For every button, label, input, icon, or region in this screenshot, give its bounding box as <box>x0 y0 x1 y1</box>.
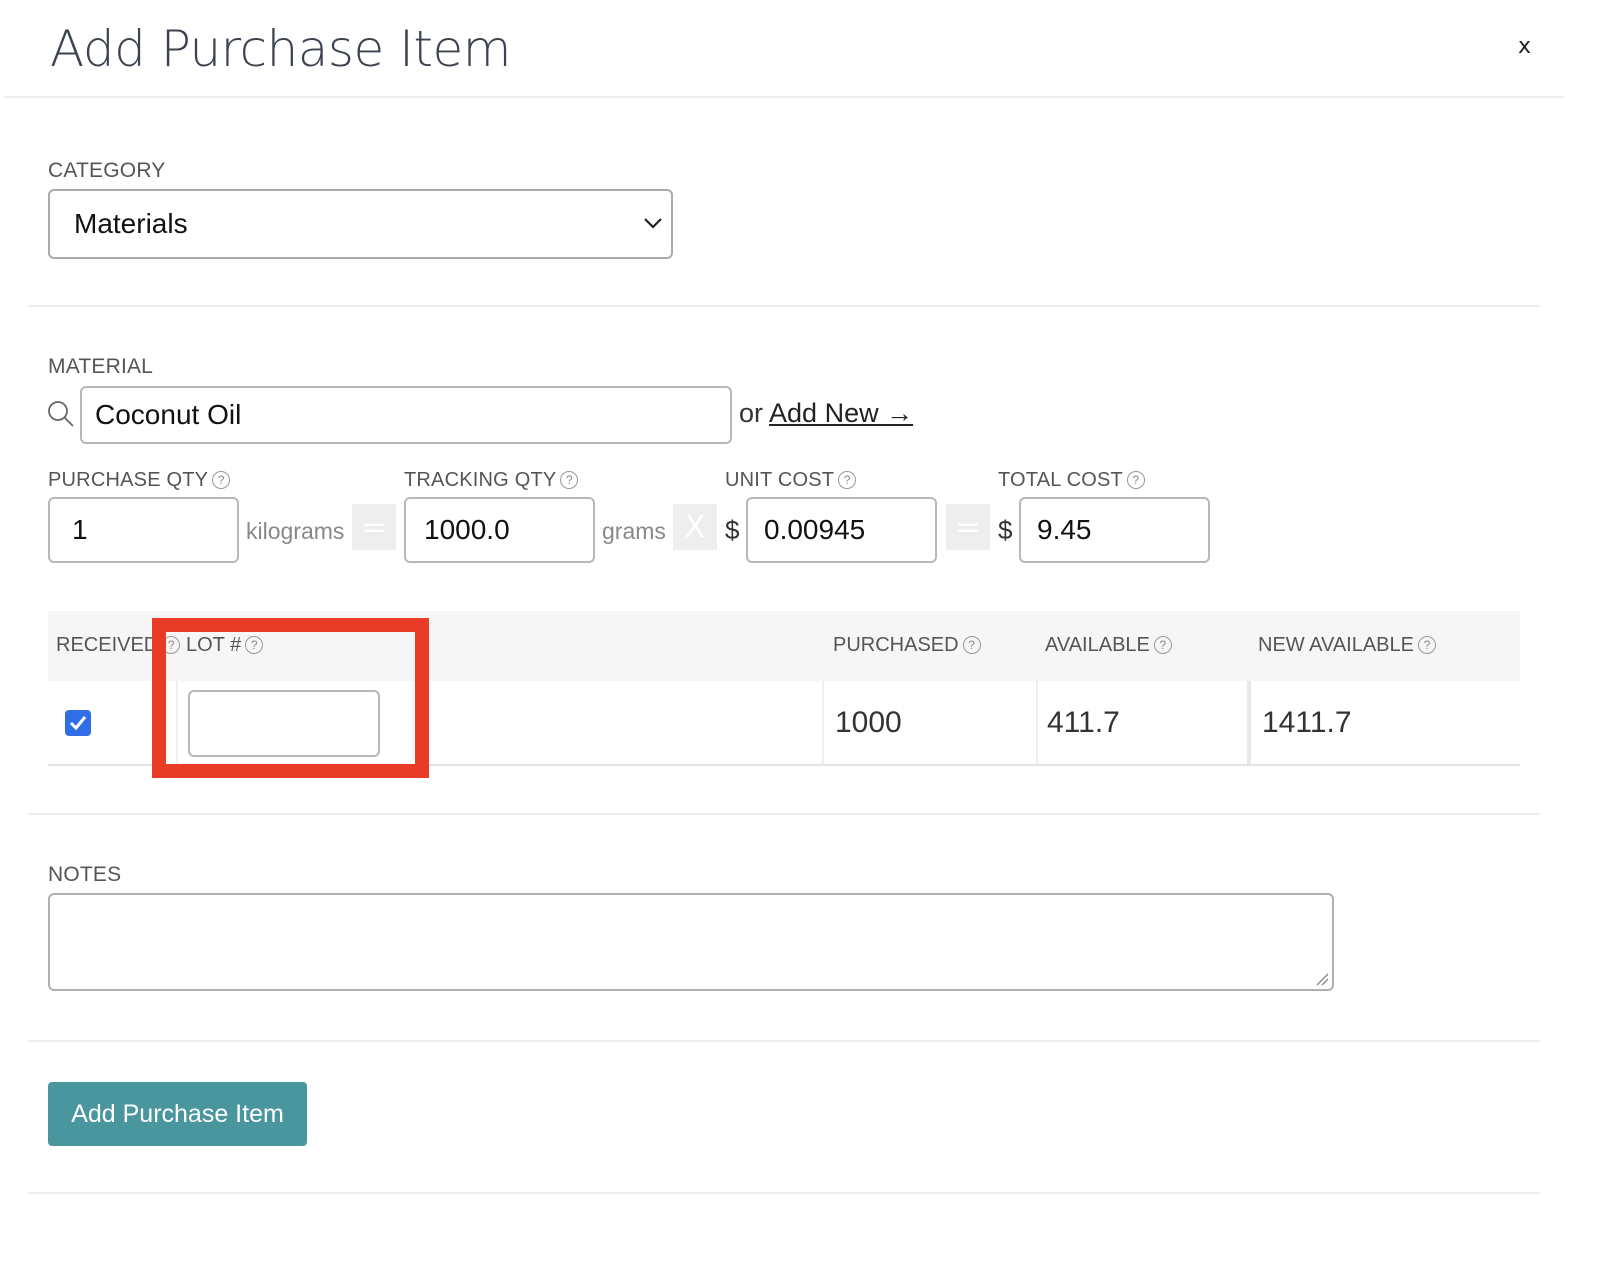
section-divider <box>28 305 1540 307</box>
header-divider <box>4 96 1564 98</box>
section-divider <box>28 813 1540 815</box>
column-divider <box>1036 681 1038 765</box>
purchase-qty-header: PURCHASE QTY? <box>48 469 231 492</box>
help-icon[interactable]: ? <box>962 636 981 654</box>
purchase-qty-value: 1 <box>72 514 88 545</box>
new-available-column-header: NEW AVAILABLE? <box>1258 634 1436 657</box>
resize-handle-icon[interactable] <box>1315 972 1329 986</box>
or-text: or <box>739 398 764 428</box>
help-icon[interactable]: ? <box>560 471 579 489</box>
unit-cost-input[interactable]: 0.00945 <box>746 497 937 563</box>
received-checkbox[interactable] <box>65 710 91 736</box>
new-available-value: 1411.7 <box>1262 706 1352 739</box>
purchased-column-header: PURCHASED? <box>833 634 981 657</box>
purchased-header-label: PURCHASED <box>833 634 959 656</box>
total-cost-header: TOTAL COST? <box>998 469 1145 492</box>
total-cost-input[interactable]: 9.45 <box>1019 497 1210 563</box>
column-divider <box>822 681 824 765</box>
checkmark-icon <box>69 716 87 731</box>
help-icon[interactable]: ? <box>838 471 857 489</box>
purchase-qty-label: PURCHASE QTY <box>48 469 209 491</box>
notes-label: NOTES <box>48 863 122 886</box>
lot-highlight-box <box>152 618 429 778</box>
category-select[interactable]: Materials <box>48 189 673 259</box>
equals-operator: = <box>946 504 990 550</box>
material-search-value: Coconut Oil <box>95 399 242 430</box>
available-value: 411.7 <box>1047 706 1120 739</box>
total-cost-currency: $ <box>998 515 1013 545</box>
category-selected-value: Materials <box>74 208 188 239</box>
column-divider <box>1247 681 1251 765</box>
tracking-qty-value: 1000.0 <box>424 514 510 545</box>
available-column-header: AVAILABLE? <box>1045 634 1172 657</box>
unit-cost-header: UNIT COST? <box>725 469 857 492</box>
section-divider <box>28 1040 1540 1042</box>
help-icon[interactable]: ? <box>1418 636 1436 654</box>
tracking-qty-label: TRACKING QTY <box>404 469 557 491</box>
purchase-qty-input[interactable]: 1 <box>48 497 239 563</box>
multiply-operator: X <box>673 504 717 550</box>
unit-cost-value: 0.00945 <box>764 514 866 545</box>
equals-operator: = <box>352 504 396 550</box>
help-icon[interactable]: ? <box>1126 471 1145 489</box>
available-header-label: AVAILABLE <box>1045 634 1150 656</box>
total-cost-value: 9.45 <box>1037 514 1092 545</box>
new-available-header-label: NEW AVAILABLE <box>1258 634 1414 656</box>
received-header-label: RECEIVED <box>56 634 159 656</box>
category-label: CATEGORY <box>48 159 166 182</box>
unit-cost-currency: $ <box>725 515 740 545</box>
tracking-qty-header: TRACKING QTY? <box>404 469 579 492</box>
purchase-unit: kilograms <box>246 518 345 544</box>
tracking-unit: grams <box>602 518 666 544</box>
search-icon <box>48 401 74 427</box>
chevron-down-icon <box>644 218 662 229</box>
purchased-value: 1000 <box>835 706 902 739</box>
material-label: MATERIAL <box>48 355 154 378</box>
add-purchase-item-button[interactable]: Add Purchase Item <box>48 1082 307 1146</box>
tracking-qty-input[interactable]: 1000.0 <box>404 497 595 563</box>
help-icon[interactable]: ? <box>212 471 231 489</box>
dialog-title: Add Purchase Item <box>50 20 511 78</box>
close-button[interactable]: x <box>1518 34 1531 59</box>
add-new-group: or Add New → <box>739 398 913 429</box>
unit-cost-label: UNIT COST <box>725 469 835 491</box>
footer-divider <box>28 1192 1540 1194</box>
add-new-material-link[interactable]: Add New → <box>769 398 913 428</box>
notes-textarea[interactable] <box>48 893 1334 991</box>
material-search-input[interactable]: Coconut Oil <box>80 386 732 444</box>
help-icon[interactable]: ? <box>1153 636 1172 654</box>
total-cost-label: TOTAL COST <box>998 469 1123 491</box>
